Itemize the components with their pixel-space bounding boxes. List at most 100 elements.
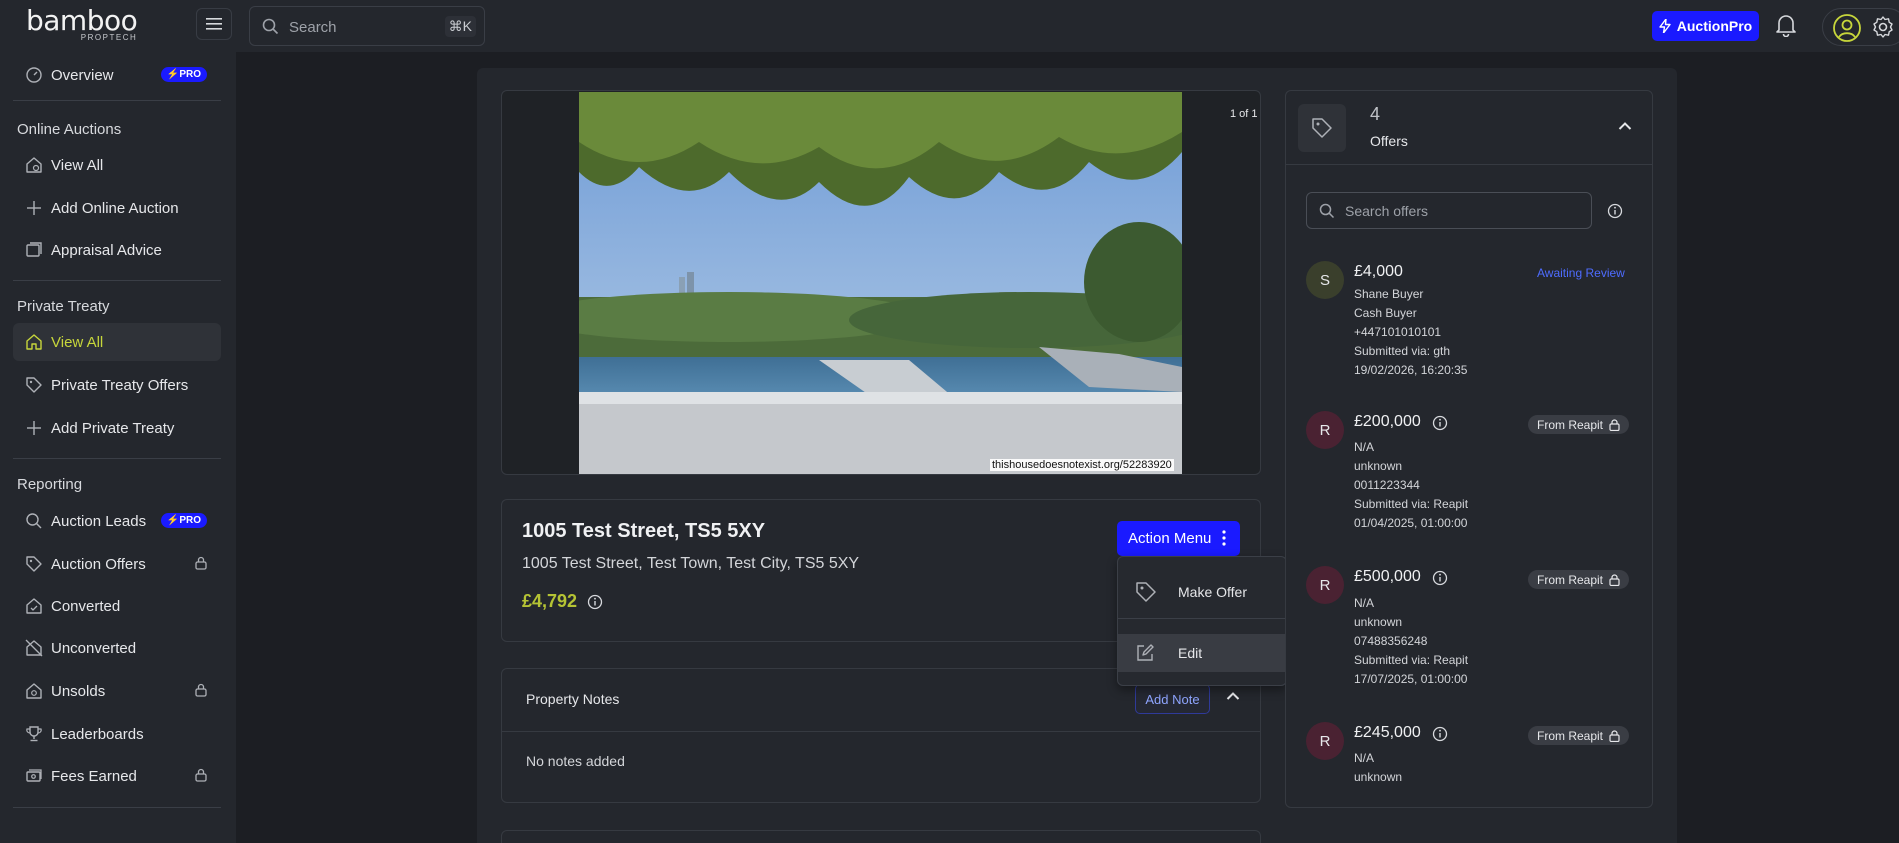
chevron-up-icon[interactable] xyxy=(1618,121,1632,131)
document-stack-icon xyxy=(26,242,42,257)
offer-buyer-type: unknown xyxy=(1354,770,1403,784)
divider xyxy=(13,100,221,101)
trophy-icon xyxy=(26,726,42,742)
sidebar-item-add-online-auction[interactable]: Add Online Auction xyxy=(13,189,221,227)
section-title-private-treaty: Private Treaty xyxy=(17,298,110,315)
lock-icon xyxy=(195,768,207,782)
menu-item-make-offer[interactable]: Make Offer xyxy=(1118,573,1286,611)
money-stack-icon xyxy=(26,769,42,782)
sidebar-item-auction-offers[interactable]: Auction Offers xyxy=(13,545,221,583)
offer-status: Awaiting Review xyxy=(1537,266,1625,280)
section-title-reporting: Reporting xyxy=(17,476,83,493)
sidebar-item-overview[interactable]: Overview ⚡PRO xyxy=(13,56,221,94)
tag-label: From Reapit xyxy=(1537,572,1604,587)
brand-logo[interactable]: bamboo PROPTECH xyxy=(26,4,138,43)
sidebar-item-online-view-all[interactable]: View All xyxy=(13,146,221,184)
action-menu-button[interactable]: Action Menu xyxy=(1117,521,1240,556)
sidebar-item-appraisal-advice[interactable]: Appraisal Advice xyxy=(13,231,221,269)
offer-phone: +447101010101 xyxy=(1354,325,1442,339)
plus-icon xyxy=(27,201,41,215)
sidebar-item-add-private-treaty[interactable]: Add Private Treaty xyxy=(13,409,221,447)
search-icon xyxy=(262,18,279,35)
offer-submitted-via: Submitted via: Reapit xyxy=(1354,653,1469,667)
tag-icon xyxy=(1312,118,1332,138)
sidebar-item-label: Auction Leads xyxy=(51,512,147,530)
sidebar-item-auction-leads[interactable]: Auction Leads ⚡PRO xyxy=(13,502,221,540)
action-menu-dropdown: Make Offer Edit xyxy=(1117,556,1287,686)
info-icon[interactable] xyxy=(1432,570,1448,586)
tag-icon xyxy=(26,377,42,393)
menu-toggle-button[interactable] xyxy=(196,8,232,40)
sidebar-item-label: Unsolds xyxy=(51,682,106,700)
info-icon[interactable] xyxy=(587,594,603,610)
info-icon[interactable] xyxy=(1432,415,1448,431)
offer-amount: £200,000 xyxy=(1354,413,1421,430)
from-reapit-tag: From Reapit xyxy=(1528,726,1630,745)
offer-submitted-via: Submitted via: gth xyxy=(1354,344,1451,358)
sidebar-item-label: Add Online Auction xyxy=(51,199,179,217)
search-placeholder: Search xyxy=(289,19,337,36)
edit-icon xyxy=(1137,644,1154,661)
house-check-icon xyxy=(26,598,42,614)
chevron-up-icon[interactable] xyxy=(1226,691,1240,701)
bell-icon[interactable] xyxy=(1775,13,1797,37)
offer-date: 01/04/2025, 01:00:00 xyxy=(1354,516,1468,530)
from-reapit-tag: From Reapit xyxy=(1528,415,1630,434)
divider xyxy=(13,807,221,808)
offer-buyer-name: Shane Buyer xyxy=(1354,287,1424,301)
sidebar-item-unconverted[interactable]: Unconverted xyxy=(13,629,221,667)
property-photo-image xyxy=(579,92,1182,474)
tag-icon xyxy=(1136,582,1156,602)
sidebar-item-private-view-all[interactable]: View All xyxy=(13,323,221,361)
property-title: 1005 Test Street, TS5 5XY xyxy=(522,520,766,542)
sidebar-item-label: Fees Earned xyxy=(51,767,137,785)
offer-date: 19/02/2026, 16:20:35 xyxy=(1354,363,1468,377)
offer-buyer-type: Cash Buyer xyxy=(1354,306,1417,320)
offer-amount: £500,000 xyxy=(1354,568,1421,585)
avatar-icon[interactable] xyxy=(1832,13,1862,43)
offer-date: 17/07/2025, 01:00:00 xyxy=(1354,672,1468,686)
auction-pro-label: AuctionPro xyxy=(1676,18,1753,34)
offers-count: 4 xyxy=(1370,104,1381,124)
divider xyxy=(13,280,221,281)
hamburger-icon xyxy=(206,18,222,30)
sidebar-item-label: Leaderboards xyxy=(51,725,144,743)
offer-buyer-name: N/A xyxy=(1354,596,1375,610)
property-address: 1005 Test Street, Test Town, Test City, … xyxy=(522,555,860,572)
sidebar-item-label: Add Private Treaty xyxy=(51,419,175,437)
divider xyxy=(13,458,221,459)
more-vertical-icon xyxy=(1222,530,1226,546)
notes-empty-text: No notes added xyxy=(526,753,625,769)
info-icon[interactable] xyxy=(1432,726,1448,742)
sidebar-item-label: Appraisal Advice xyxy=(51,241,162,259)
notes-title: Property Notes xyxy=(526,691,620,707)
auction-pro-button[interactable]: AuctionPro xyxy=(1652,11,1759,41)
from-reapit-tag: From Reapit xyxy=(1528,570,1630,589)
sidebar-item-fees-earned[interactable]: Fees Earned xyxy=(13,757,221,795)
plus-icon xyxy=(27,421,41,435)
action-menu-label: Action Menu xyxy=(1128,530,1212,547)
property-photo[interactable] xyxy=(579,92,1182,474)
pro-badge: ⚡PRO xyxy=(160,513,207,528)
offers-search-input[interactable]: Search offers xyxy=(1306,192,1592,229)
info-icon[interactable] xyxy=(1607,203,1623,219)
sidebar-item-unsolds[interactable]: Unsolds xyxy=(13,672,221,710)
brand-name: bamboo xyxy=(26,4,138,37)
global-search-input[interactable]: Search ⌘K xyxy=(249,6,485,46)
lock-icon xyxy=(195,556,207,570)
sidebar-item-private-treaty-offers[interactable]: Private Treaty Offers xyxy=(13,366,221,404)
menu-item-label: Make Offer xyxy=(1178,584,1247,600)
user-menu[interactable] xyxy=(1822,8,1899,46)
sidebar-item-converted[interactable]: Converted xyxy=(13,587,221,625)
sidebar-item-label: Overview xyxy=(51,66,114,84)
offer-submitted-via: Submitted via: Reapit xyxy=(1354,497,1469,511)
add-note-button[interactable]: Add Note xyxy=(1135,684,1210,714)
gear-icon[interactable] xyxy=(1871,15,1895,39)
lightning-icon xyxy=(1659,19,1671,33)
offer-avatar: R xyxy=(1306,566,1344,604)
pro-badge: ⚡PRO xyxy=(160,67,207,82)
menu-item-edit[interactable]: Edit xyxy=(1118,634,1286,672)
next-card xyxy=(501,830,1261,843)
tag-label: From Reapit xyxy=(1537,417,1604,432)
sidebar-item-leaderboards[interactable]: Leaderboards xyxy=(13,715,221,753)
